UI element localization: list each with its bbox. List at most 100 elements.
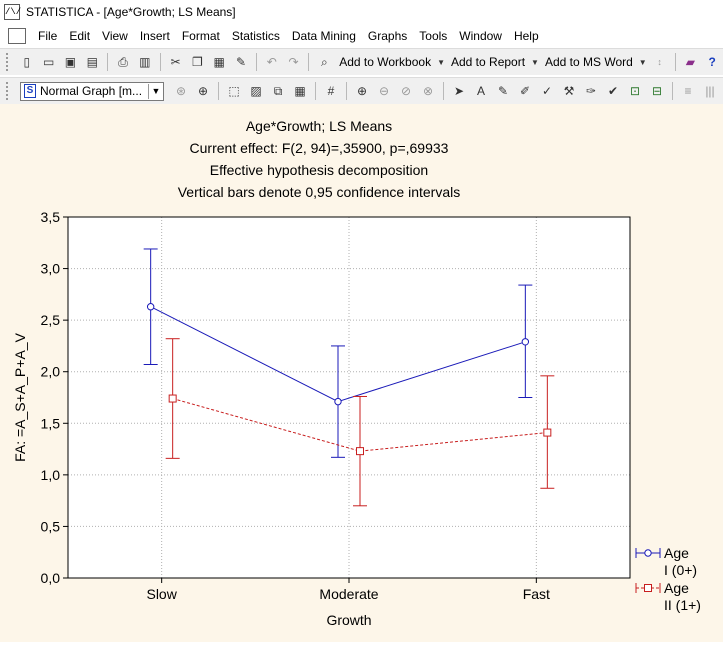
menu-view[interactable]: View: [96, 29, 134, 43]
legend-marker: [644, 584, 652, 592]
menu-format[interactable]: Format: [176, 29, 226, 43]
y-axis-title: FA: =A_S+A_P+A_V: [12, 332, 28, 461]
print-icon[interactable]: ⎙: [114, 53, 132, 71]
x-tick-label: Fast: [523, 586, 550, 602]
menu-statistics[interactable]: Statistics: [226, 29, 286, 43]
highlight-icon[interactable]: ✑: [582, 82, 600, 100]
graph-edit-icon[interactable]: ▨: [247, 82, 265, 100]
undo-icon[interactable]: ↶: [263, 53, 281, 71]
lock-icon[interactable]: ⊡: [626, 82, 644, 100]
redo-icon[interactable]: ↷: [285, 53, 303, 71]
toolbar-grip[interactable]: [6, 82, 12, 100]
new-file-icon[interactable]: ▯: [18, 53, 36, 71]
add-to-workbook-button[interactable]: Add to Workbook: [339, 55, 431, 69]
toolbar-separator: [107, 53, 109, 71]
toolbar-grip[interactable]: [6, 53, 12, 71]
add-to-ms-word-dropdown-icon[interactable]: ▼: [639, 53, 647, 71]
open-folder-icon[interactable]: ▭: [40, 53, 58, 71]
data-point: [521, 338, 530, 346]
toolbar-separator: [308, 53, 310, 71]
annotate-icon[interactable]: ✐: [516, 82, 534, 100]
text-tool-icon[interactable]: A: [472, 82, 490, 100]
legend-label: Age: [664, 545, 689, 561]
toolbar-separator: [672, 82, 673, 100]
sort-icon[interactable]: ↕: [651, 53, 669, 71]
add-to-report-button[interactable]: Add to Report: [451, 55, 525, 69]
format-painter-icon[interactable]: ✎: [232, 53, 250, 71]
add-to-ms-word-button[interactable]: Add to MS Word: [545, 55, 633, 69]
toolbar-separator: [159, 53, 161, 71]
columns-icon[interactable]: |||: [701, 82, 719, 100]
data-point: [146, 303, 155, 311]
menu-edit[interactable]: Edit: [63, 29, 96, 43]
save-icon[interactable]: ▣: [62, 53, 80, 71]
title-bar: /\/ STATISTICA - [Age*Growth; LS Means]: [0, 0, 723, 24]
y-tick-label: 3,5: [41, 209, 61, 225]
menu-bar: File Edit View Insert Format Statistics …: [0, 24, 723, 47]
add-to-report-dropdown-icon[interactable]: ▼: [531, 53, 539, 71]
legend-label: I (0+): [664, 562, 697, 578]
pdf-icon[interactable]: ▤: [83, 53, 101, 71]
graph-style-dropdown[interactable]: S Normal Graph [m... ▼: [20, 81, 164, 101]
zoom-tool-icon[interactable]: ⊕: [194, 82, 212, 100]
window-title: STATISTICA - [Age*Growth; LS Means]: [26, 5, 236, 19]
statistica-app-icon[interactable]: /\/: [4, 4, 21, 20]
data-point: [543, 428, 552, 437]
graph-window: Age*Growth; LS Means Current effect: F(2,…: [0, 104, 723, 642]
standard-toolbar: ▯ ▭ ▣ ▤ ⎙ ▥ ✂ ❐ ▦ ✎ ↶ ↷ ⌕ Add to Workboo…: [0, 48, 723, 75]
chart-subtitle-line: Current effect: F(2, 94)=,35900, p=,6993…: [190, 140, 449, 156]
y-tick-label: 2,5: [41, 312, 61, 328]
grid-icon[interactable]: #: [322, 82, 340, 100]
lines-icon[interactable]: ≡: [679, 82, 697, 100]
data-point: [334, 397, 342, 406]
toolbar-separator: [674, 53, 676, 71]
toolbar-separator: [255, 53, 257, 71]
menu-insert[interactable]: Insert: [134, 29, 176, 43]
cut-icon[interactable]: ✂: [167, 53, 185, 71]
data-point: [356, 447, 364, 456]
legend-marker: [644, 549, 652, 557]
zoom-out-icon[interactable]: ⊖: [375, 82, 393, 100]
menu-tools[interactable]: Tools: [413, 29, 453, 43]
find-icon[interactable]: ⌕: [315, 53, 333, 71]
menu-help[interactable]: Help: [508, 29, 545, 43]
chart-subtitle-line: Effective hypothesis decomposition: [210, 162, 428, 178]
menu-file[interactable]: File: [32, 29, 63, 43]
zoom-fit-icon[interactable]: ⊘: [397, 82, 415, 100]
y-tick-label: 2,0: [41, 364, 61, 380]
chevron-down-icon[interactable]: ▼: [148, 83, 163, 99]
menu-window[interactable]: Window: [453, 29, 508, 43]
graph-data-icon[interactable]: ▦: [291, 82, 309, 100]
graph-options-icon[interactable]: ⧉: [269, 82, 287, 100]
x-tick-label: Slow: [146, 586, 177, 602]
copy-icon[interactable]: ❐: [189, 53, 207, 71]
x-axis-title: Growth: [326, 612, 371, 628]
brush-tool-icon[interactable]: ⚒: [560, 82, 578, 100]
marker-tool-icon[interactable]: ✓: [538, 82, 556, 100]
help-icon[interactable]: ?: [703, 53, 721, 71]
y-tick-label: 0,0: [41, 570, 61, 586]
toolbar-separator: [346, 82, 347, 100]
draw-tool-icon[interactable]: ✎: [494, 82, 512, 100]
add-to-workbook-dropdown-icon[interactable]: ▼: [437, 53, 445, 71]
y-tick-label: 1,0: [41, 467, 61, 483]
menu-graphs[interactable]: Graphs: [362, 29, 413, 43]
book-icon[interactable]: ▰: [682, 53, 700, 71]
unlock-icon[interactable]: ⊟: [648, 82, 666, 100]
graph-toolbar: S Normal Graph [m... ▼ ⊛ ⊕ ⬚ ▨ ⧉ ▦ # ⊕ ⊖…: [0, 77, 723, 104]
menu-data-mining[interactable]: Data Mining: [286, 29, 362, 43]
select-area-icon[interactable]: ⬚: [225, 82, 243, 100]
legend-label: Age: [664, 580, 689, 596]
legend-label: II (1+): [664, 597, 701, 613]
graph-style-icon: S: [24, 84, 36, 98]
chart-subtitle-line: Vertical bars denote 0,95 confidence int…: [178, 184, 461, 200]
pointer-icon[interactable]: ➤: [450, 82, 468, 100]
zoom-in-icon[interactable]: ⊕: [353, 82, 371, 100]
zoom-reset-icon[interactable]: ⊗: [419, 82, 437, 100]
y-tick-label: 1,5: [41, 415, 61, 431]
check-tool-icon[interactable]: ✔: [604, 82, 622, 100]
paste-icon[interactable]: ▦: [210, 53, 228, 71]
print-preview-icon[interactable]: ▥: [136, 53, 154, 71]
document-icon[interactable]: [8, 27, 26, 44]
brush-icon[interactable]: ⊛: [172, 82, 190, 100]
